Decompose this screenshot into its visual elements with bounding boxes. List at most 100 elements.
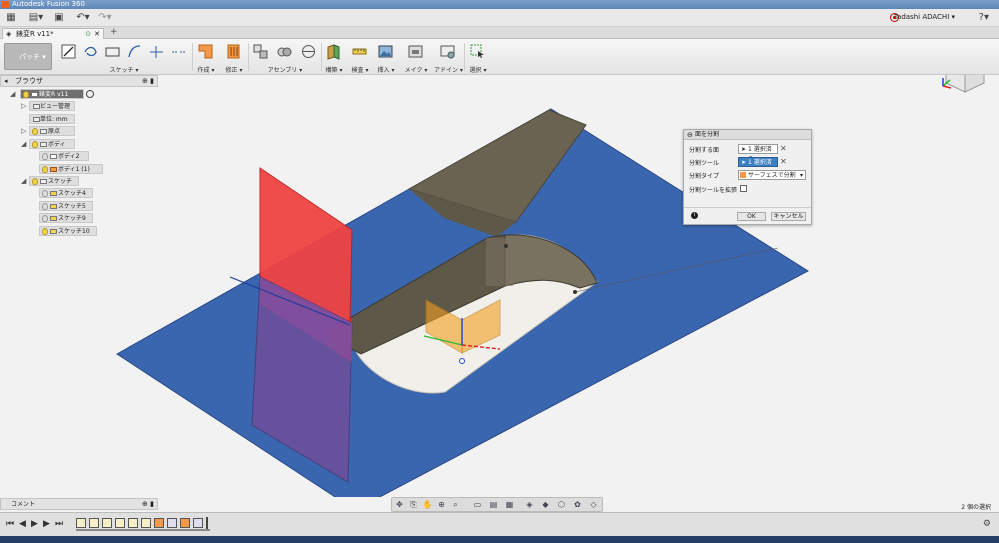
create-group[interactable]: 作成 ▾ [194,42,218,74]
activate-radio-icon[interactable] [86,90,94,98]
effects-icon[interactable]: ✿ [572,500,583,510]
sketch-group[interactable]: スケッチ ▾ [58,42,190,74]
step-back-icon[interactable]: ◀ [19,518,26,530]
workspace-switcher[interactable]: パッチ ▾ [4,43,52,70]
fit-zoom-icon[interactable]: ⌕ [450,500,461,510]
modify-menu-label[interactable]: 修正 ▾ [222,65,246,74]
expand-arrow-icon[interactable]: ◢ [21,139,26,149]
visual-style-icon[interactable]: ⬡ [556,500,567,510]
arc-icon[interactable] [126,43,143,60]
play-icon[interactable]: ▶ [31,518,38,530]
redo-icon[interactable]: ↷▾ [96,11,114,25]
browser-item-sketch[interactable]: スケッチ5 [39,201,93,211]
insert-group[interactable]: 挿入 ▾ [374,42,398,74]
shaded-icon[interactable]: ◆ [540,500,551,510]
timeline-settings-icon[interactable]: ⚙ [983,519,991,529]
browser-item-sketches[interactable]: スケッチ [29,176,79,186]
visibility-bulb-icon[interactable] [42,215,48,222]
new-component-icon[interactable] [252,43,269,60]
visibility-bulb-icon[interactable] [42,203,48,210]
browser-item-named-views[interactable]: ビュー管理 [29,101,75,111]
timeline-sketch-feature[interactable] [128,518,138,528]
visibility-bulb-icon[interactable] [23,91,29,98]
save-icon[interactable]: ▣ [52,11,66,25]
go-to-start-icon[interactable]: ⏮ [6,518,14,530]
visibility-bulb-icon[interactable] [42,166,48,173]
panel-options-icon[interactable]: ⊕ ▮ [142,499,154,510]
visibility-bulb-icon[interactable] [42,190,48,197]
collapse-dialog-icon[interactable]: ⊖ [687,130,693,140]
orbit-icon[interactable]: ✥ [394,500,405,510]
view-cube[interactable] [942,75,985,93]
expand-arrow-icon[interactable]: ▷ [21,101,26,111]
expand-arrow-icon[interactable]: ▷ [21,126,26,136]
comments-panel[interactable]: コメント ⊕ ▮ [0,498,158,510]
user-account-menu[interactable]: Tadashi ADACHI ▾ [894,13,955,21]
file-menu-icon[interactable]: ▤▾ [28,11,44,25]
data-panel-grid-icon[interactable]: ▦ [4,11,18,25]
new-tab-icon[interactable]: + [110,27,118,37]
help-icon[interactable]: ?▾ [979,12,989,23]
browser-panel-header[interactable]: ◂ ブラウザ ⊕ ▮ [0,75,158,87]
mesh-icon[interactable]: ◈ [524,500,535,510]
face-to-split-selector[interactable]: ➤ 1 選択済み [738,144,778,163]
timeline-sketch-feature[interactable] [115,518,125,528]
step-forward-icon[interactable]: ▶ [43,518,50,530]
viewports-icon[interactable]: ▦ [504,500,515,510]
browser-item-units[interactable]: 単位: mm [29,114,75,124]
info-icon[interactable]: i [691,212,698,219]
browser-item-sketch[interactable]: スケッチ4 [39,188,93,198]
pocket-cylinder-wall[interactable] [486,238,513,286]
browser-item-sketch[interactable]: スケッチ9 [39,213,93,223]
construct-group[interactable]: 構築 ▾ [322,42,346,74]
split-tool-selector[interactable]: ➤ 1 選択済み [738,157,778,176]
create-menu-label[interactable]: 作成 ▾ [194,65,218,74]
extend-tool-checkbox[interactable] [740,185,747,192]
insert-menu-label[interactable]: 挿入 ▾ [374,65,398,74]
create-sketch-icon[interactable] [60,43,77,60]
origin-point[interactable] [459,358,465,364]
look-at-icon[interactable]: ⎘ [408,500,419,510]
collapse-panel-icon[interactable]: ◂ [4,76,8,87]
go-to-end-icon[interactable]: ⏭ [55,518,63,530]
close-tab-icon[interactable]: ✕ [94,29,100,39]
expand-arrow-icon[interactable]: ◢ [21,176,26,186]
timeline-plane-feature[interactable] [167,518,177,528]
dialog-header[interactable]: ⊖ 面を分割 [684,130,811,140]
grid-snaps-icon[interactable]: ▤ [488,500,499,510]
sketch-menu-label[interactable]: スケッチ ▾ [58,65,190,74]
expand-arrow-icon[interactable]: ◢ [10,89,15,99]
addins-group[interactable]: アドイン ▾ [434,42,463,74]
display-settings-icon[interactable]: ▭ [472,500,483,510]
timeline-sketch-feature[interactable] [89,518,99,528]
browser-item-sketch[interactable]: スケッチ10 [39,226,97,236]
assemble-menu-label[interactable]: アセンブリ ▾ [250,65,320,74]
cancel-button[interactable]: キャンセル [771,212,806,221]
make-group[interactable]: メイク ▾ [402,42,430,74]
timeline-sketch-feature[interactable] [102,518,112,528]
ok-button[interactable]: OK [737,212,766,221]
timeline-extrude-feature[interactable] [180,518,190,528]
assemble-group[interactable]: アセンブリ ▾ [250,42,320,74]
timeline-plane-feature[interactable] [193,518,203,528]
visibility-bulb-icon[interactable] [32,178,38,185]
make-menu-label[interactable]: メイク ▾ [402,65,430,74]
motion-link-icon[interactable] [300,43,317,60]
line-icon[interactable] [82,43,99,60]
construct-menu-label[interactable]: 構築 ▾ [322,65,346,74]
browser-item-bodies[interactable]: ボディ [29,139,75,149]
document-tab[interactable]: ◈ 錶変R v11* ⊙ ✕ [2,28,104,39]
addins-menu-label[interactable]: アドイン ▾ [434,65,463,74]
select-group[interactable]: 選択 ▾ [466,42,490,74]
object-visibility-icon[interactable]: ◇ [588,500,599,510]
browser-item-body1[interactable]: ボディ1 (1) [39,164,103,174]
clear-selection-icon[interactable]: ✕ [780,144,787,153]
panel-options-icon[interactable]: ⊕ ▮ [142,76,154,87]
timeline-sketch-feature[interactable] [141,518,151,528]
timeline-extrude-feature[interactable] [154,518,164,528]
browser-item-body2[interactable]: ボディ2 [39,151,89,161]
undo-icon[interactable]: ↶▾ [74,11,92,25]
visibility-bulb-icon[interactable] [42,228,48,235]
select-menu-label[interactable]: 選択 ▾ [466,65,490,74]
browser-item-origin[interactable]: 原点 [29,126,75,136]
